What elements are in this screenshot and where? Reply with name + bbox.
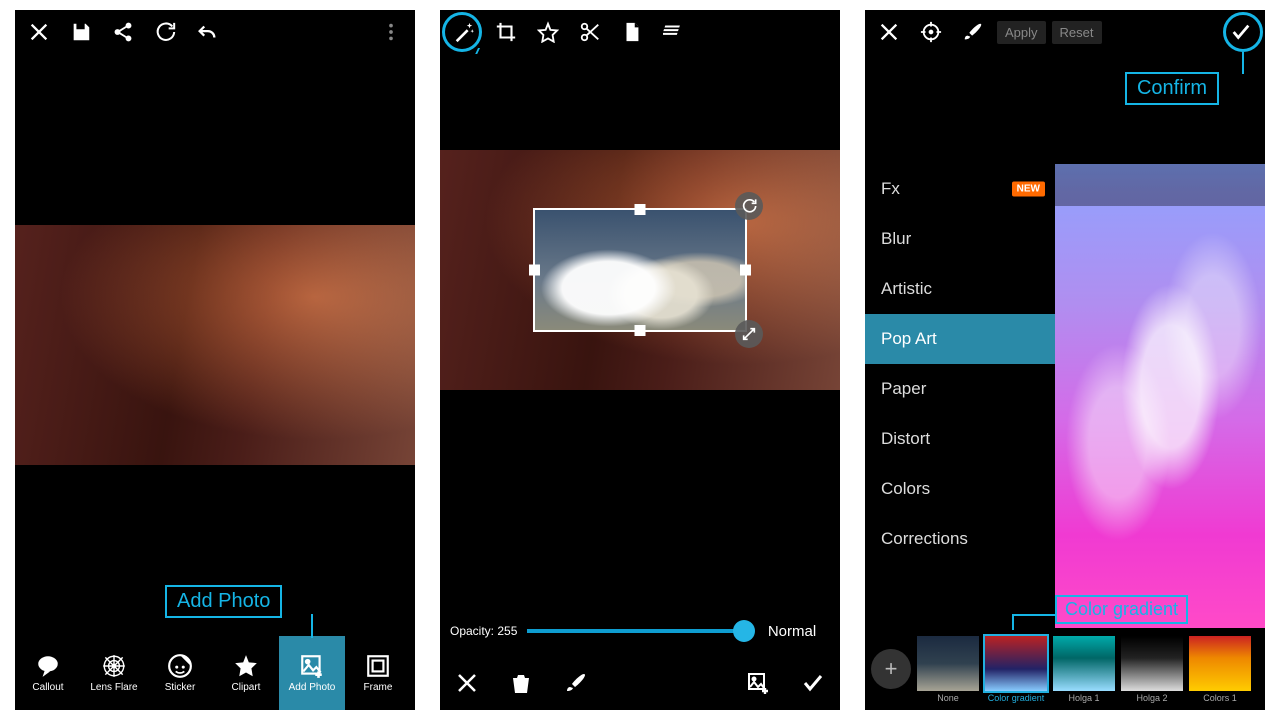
- brush-icon[interactable]: [955, 14, 991, 50]
- tool-label: Add Photo: [289, 682, 336, 693]
- thumb-none[interactable]: None: [917, 636, 979, 703]
- fx-group-fx[interactable]: Fx NEW: [865, 164, 1055, 214]
- bottom-toolbar: Callout Lens Flare Sticker Clipart Add P…: [15, 636, 415, 710]
- fx-label: Fx: [881, 179, 900, 199]
- tool-lens-flare[interactable]: Lens Flare: [81, 636, 147, 710]
- save-icon[interactable]: [63, 14, 99, 50]
- thumb-preview: [917, 636, 979, 691]
- page-icon[interactable]: [614, 14, 650, 50]
- resize-handle-w[interactable]: [529, 265, 540, 276]
- close-icon[interactable]: [21, 14, 57, 50]
- fx-label: Corrections: [881, 529, 968, 549]
- slider-knob[interactable]: [733, 620, 755, 642]
- overlay-photo[interactable]: [535, 210, 745, 330]
- target-icon[interactable]: [913, 14, 949, 50]
- thumb-label: Holga 2: [1136, 693, 1167, 703]
- fx-group-colors[interactable]: Colors: [865, 464, 1055, 514]
- undo-icon[interactable]: [189, 14, 225, 50]
- tool-label: Lens Flare: [90, 682, 137, 693]
- tool-sticker[interactable]: Sticker: [147, 636, 213, 710]
- star-icon[interactable]: [530, 14, 566, 50]
- opacity-label: Opacity: 255: [450, 624, 517, 638]
- topbar: [440, 10, 840, 54]
- scissors-icon[interactable]: [572, 14, 608, 50]
- thumb-holga-1[interactable]: Holga 1: [1053, 636, 1115, 703]
- tool-clipart[interactable]: Clipart: [213, 636, 279, 710]
- action-row: [440, 656, 840, 710]
- base-photo[interactable]: [15, 225, 415, 465]
- fx-group-corrections[interactable]: Corrections: [865, 514, 1055, 564]
- add-effect-button[interactable]: +: [871, 649, 911, 689]
- reset-button[interactable]: Reset: [1052, 21, 1102, 44]
- fx-label: Paper: [881, 379, 926, 399]
- edit-canvas: [15, 54, 415, 636]
- resize-handle-s[interactable]: [635, 325, 646, 336]
- tool-callout[interactable]: Callout: [15, 636, 81, 710]
- fx-group-distort[interactable]: Distort: [865, 414, 1055, 464]
- effects-category-list: Fx NEW Blur Artistic Pop Art Paper Disto…: [865, 164, 1055, 628]
- fx-label: Blur: [881, 229, 911, 249]
- topbar: [15, 10, 415, 54]
- tool-label: Clipart: [232, 682, 261, 693]
- tool-label: Callout: [32, 682, 63, 693]
- fx-group-paper[interactable]: Paper: [865, 364, 1055, 414]
- cancel-icon[interactable]: [449, 665, 485, 701]
- refresh-icon[interactable]: [147, 14, 183, 50]
- preview-top-shadow: [1055, 164, 1265, 206]
- tool-label: Sticker: [165, 682, 196, 693]
- fx-group-blur[interactable]: Blur: [865, 214, 1055, 264]
- thumb-label: None: [937, 693, 959, 703]
- thumb-label: Colors 1: [1203, 693, 1237, 703]
- fx-label: Pop Art: [881, 329, 937, 349]
- topbar: Apply Reset: [865, 10, 1265, 54]
- apply-button[interactable]: Apply: [997, 21, 1046, 44]
- fx-label: Distort: [881, 429, 930, 449]
- effect-preview[interactable]: [1055, 164, 1265, 628]
- thumb-colors-1[interactable]: Colors 1: [1189, 636, 1251, 703]
- screen-effects: Apply Reset Confirm Fx NEW Blur Artistic…: [865, 10, 1265, 710]
- layers-icon[interactable]: [656, 14, 692, 50]
- blend-mode-selector[interactable]: Normal: [754, 623, 830, 640]
- brush-icon[interactable]: [558, 665, 594, 701]
- opacity-slider[interactable]: [527, 629, 744, 633]
- crop-icon[interactable]: [488, 14, 524, 50]
- screen-overlay-adjust: Opacity: 255 Normal: [440, 10, 840, 710]
- resize-handle-n[interactable]: [635, 204, 646, 215]
- fx-group-artistic[interactable]: Artistic: [865, 264, 1055, 314]
- thumb-preview: [1189, 636, 1251, 691]
- thumb-label: Color gradient: [988, 693, 1045, 703]
- fx-label: Artistic: [881, 279, 932, 299]
- tool-label: Frame: [364, 682, 393, 693]
- thumb-preview: [985, 636, 1047, 691]
- thumb-preview: [1121, 636, 1183, 691]
- magic-wand-icon[interactable]: [446, 14, 482, 50]
- confirm-icon[interactable]: [1223, 14, 1259, 50]
- tool-add-photo[interactable]: Add Photo: [279, 636, 345, 710]
- menu-more-icon[interactable]: [373, 14, 409, 50]
- close-icon[interactable]: [871, 14, 907, 50]
- opacity-row: Opacity: 255 Normal: [440, 606, 840, 656]
- resize-handle-e[interactable]: [740, 265, 751, 276]
- confirm-icon[interactable]: [795, 665, 831, 701]
- fx-group-pop-art[interactable]: Pop Art: [865, 314, 1055, 364]
- fx-label: Colors: [881, 479, 930, 499]
- effect-thumbnails: + None Color gradient Holga 1 Holga 2 Co…: [865, 628, 1265, 710]
- edit-canvas: [440, 54, 840, 606]
- new-badge: NEW: [1012, 182, 1045, 197]
- delete-icon[interactable]: [503, 665, 539, 701]
- tool-frame[interactable]: Frame: [345, 636, 411, 710]
- share-icon[interactable]: [105, 14, 141, 50]
- thumb-preview: [1053, 636, 1115, 691]
- screen-add-photo: Add Photo Callout Lens Flare Sticker Cli…: [15, 10, 415, 710]
- base-photo[interactable]: [440, 150, 840, 390]
- spacer: [865, 54, 1265, 164]
- thumb-color-gradient[interactable]: Color gradient: [985, 636, 1047, 703]
- rotate-handle-icon[interactable]: [735, 192, 763, 220]
- thumb-holga-2[interactable]: Holga 2: [1121, 636, 1183, 703]
- effects-panel: Fx NEW Blur Artistic Pop Art Paper Disto…: [865, 164, 1265, 628]
- thumb-label: Holga 1: [1068, 693, 1099, 703]
- scale-handle-icon[interactable]: [735, 320, 763, 348]
- add-photo-icon[interactable]: [740, 665, 776, 701]
